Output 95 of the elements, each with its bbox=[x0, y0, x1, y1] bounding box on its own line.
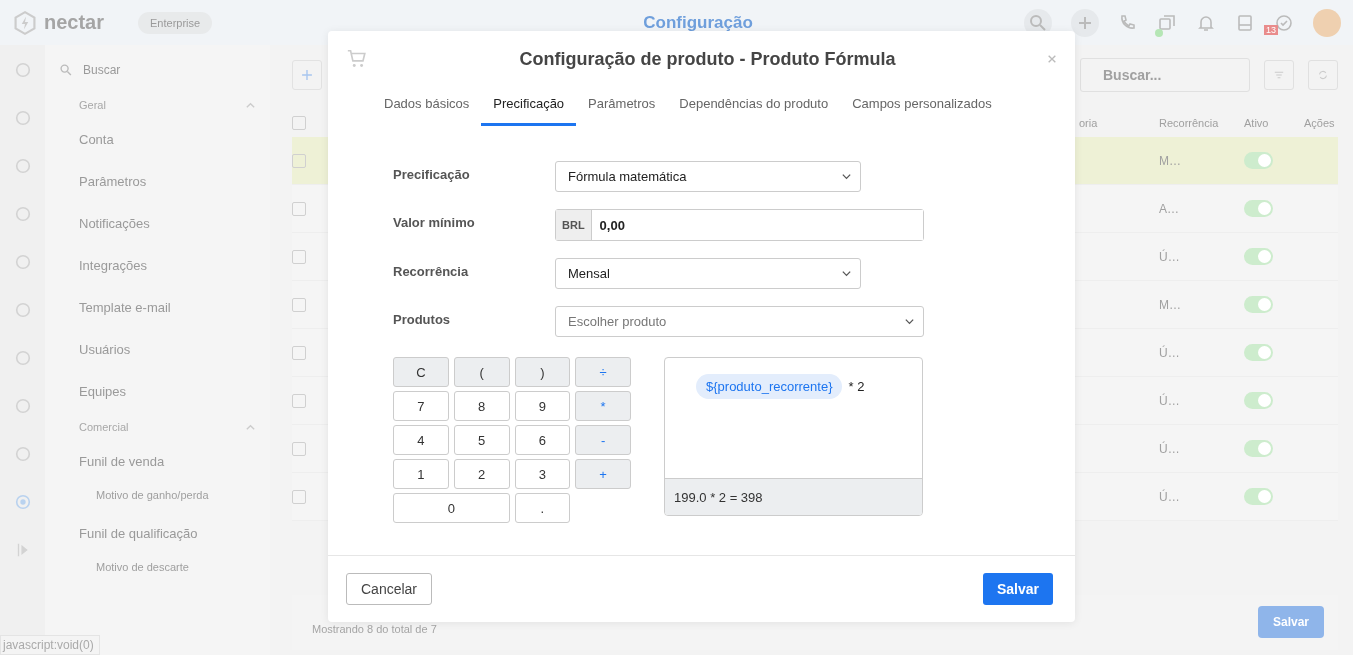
logo-icon bbox=[12, 9, 38, 36]
toggle-switch[interactable] bbox=[1244, 248, 1273, 265]
tab[interactable]: Precificação bbox=[481, 87, 577, 126]
status-url: javascript:void(0) bbox=[0, 635, 100, 655]
formula-editor[interactable]: ${produto_recorrente} * 2 199.0 * 2 = 398 bbox=[664, 357, 923, 516]
plus-icon bbox=[300, 68, 314, 82]
calculator-key[interactable]: - bbox=[575, 425, 631, 455]
table-cell-text: Ú… bbox=[1159, 393, 1181, 408]
calculator-key[interactable]: * bbox=[575, 391, 631, 421]
search-input[interactable]: Buscar bbox=[81, 62, 235, 78]
calculator-key[interactable]: C bbox=[393, 357, 449, 387]
calculator-key[interactable]: 0 bbox=[393, 493, 510, 523]
cancel-button[interactable]: Cancelar bbox=[346, 573, 433, 605]
table-cell-text: Ú… bbox=[1159, 249, 1181, 264]
close-icon[interactable] bbox=[1047, 54, 1057, 64]
calculator-key[interactable]: 7 bbox=[393, 391, 449, 421]
chevron-down-icon bbox=[841, 171, 852, 182]
field-label: Valor mínimo bbox=[393, 214, 476, 230]
checkbox[interactable] bbox=[292, 489, 306, 504]
checkbox[interactable] bbox=[292, 441, 306, 456]
table-cell-text: M… bbox=[1159, 153, 1182, 168]
dialog-title: Configuração de produto - Produto Fórmula bbox=[518, 48, 897, 70]
calculator-key[interactable]: 3 bbox=[514, 459, 571, 489]
column-header: Ativo bbox=[1244, 117, 1270, 129]
calculator-key[interactable]: ÷ bbox=[575, 357, 631, 387]
calculator-key[interactable]: 5 bbox=[453, 425, 510, 455]
tab[interactable]: Dados básicos bbox=[372, 87, 482, 126]
toggle-switch[interactable] bbox=[1244, 296, 1273, 313]
calculator-key[interactable]: 8 bbox=[453, 391, 510, 421]
table-cell-text: Ú… bbox=[1159, 441, 1181, 456]
chat-icon[interactable] bbox=[1157, 12, 1177, 33]
calculator-key[interactable]: 6 bbox=[514, 425, 571, 455]
refresh-icon bbox=[1316, 68, 1330, 82]
calculator-key[interactable]: 9 bbox=[514, 391, 571, 421]
tab[interactable]: Campos personalizados bbox=[840, 87, 1004, 126]
add-button[interactable] bbox=[292, 60, 322, 90]
logo-text: nectar bbox=[44, 11, 105, 34]
chevron-down-icon bbox=[904, 316, 915, 327]
filter-button[interactable] bbox=[1264, 60, 1294, 90]
toggle-switch[interactable] bbox=[1244, 152, 1273, 169]
table-search-field[interactable]: Buscar... bbox=[1080, 58, 1250, 92]
calculator-key[interactable]: ( bbox=[453, 357, 510, 387]
chevron-down-icon bbox=[841, 268, 852, 279]
page-title: Configuração bbox=[642, 12, 754, 33]
add-button[interactable] bbox=[1071, 8, 1099, 37]
calculator-key[interactable]: 2 bbox=[453, 459, 510, 489]
field-label: Precificação bbox=[393, 166, 471, 182]
field-label: Produtos bbox=[393, 311, 452, 327]
checkbox[interactable] bbox=[292, 116, 306, 130]
calculator-key[interactable]: + bbox=[575, 459, 631, 489]
column-header: oria bbox=[1078, 117, 1099, 129]
dropdown[interactable]: Escolher produto bbox=[555, 306, 924, 337]
formula-text: * 2 bbox=[848, 378, 865, 394]
sidebar-search-field[interactable]: Buscar bbox=[59, 55, 270, 85]
toggle-switch[interactable] bbox=[1244, 344, 1273, 361]
calculator-key[interactable]: 1 bbox=[393, 459, 449, 489]
checkbox[interactable] bbox=[292, 297, 306, 312]
toggle-switch[interactable] bbox=[1244, 200, 1273, 217]
tab[interactable]: Dependências do produto bbox=[667, 87, 841, 126]
checkbox[interactable] bbox=[292, 393, 306, 408]
column-header: Recorrência bbox=[1159, 117, 1220, 129]
online-dot bbox=[1155, 28, 1163, 37]
currency-field[interactable]: BRL 0,00 bbox=[555, 209, 924, 241]
checkbox[interactable] bbox=[292, 249, 306, 264]
inbox-icon[interactable] bbox=[1235, 12, 1255, 33]
table-cell-text: M… bbox=[1159, 297, 1182, 312]
notification-badge: 13 bbox=[1264, 24, 1278, 35]
tab[interactable]: Parâmetros bbox=[576, 87, 668, 126]
pagination-text: Mostrando 8 do total de 7 bbox=[312, 623, 437, 635]
table-cell-text: Ú… bbox=[1159, 345, 1181, 360]
formula-result: 199.0 * 2 = 398 bbox=[665, 478, 922, 515]
checkbox[interactable] bbox=[292, 201, 306, 216]
calculator-key[interactable]: 4 bbox=[393, 425, 449, 455]
column-header: Ações bbox=[1304, 117, 1336, 129]
avatar[interactable] bbox=[1313, 8, 1341, 37]
dropdown[interactable]: Fórmula matemática bbox=[555, 161, 861, 192]
calculator-key[interactable]: ) bbox=[514, 357, 571, 387]
table-cell-text: A… bbox=[1159, 201, 1180, 216]
checkbox[interactable] bbox=[292, 153, 306, 168]
variable-chip: ${produto_recorrente} bbox=[696, 374, 843, 399]
table-cell-text: Ú… bbox=[1159, 489, 1181, 504]
toggle-switch[interactable] bbox=[1244, 392, 1273, 409]
search-icon bbox=[59, 63, 73, 77]
refresh-button[interactable] bbox=[1308, 60, 1338, 90]
dropdown[interactable]: Mensal bbox=[555, 258, 861, 289]
calculator-key[interactable]: . bbox=[514, 493, 571, 523]
cart-icon bbox=[346, 48, 368, 70]
save-button[interactable]: Salvar bbox=[982, 573, 1053, 605]
field-label: Recorrência bbox=[393, 263, 470, 279]
checkbox[interactable] bbox=[292, 345, 306, 360]
currency-prefix: BRL bbox=[556, 210, 592, 240]
toggle-switch[interactable] bbox=[1244, 488, 1273, 505]
search-icon bbox=[1028, 12, 1048, 33]
plan-badge: Enterprise bbox=[138, 11, 213, 34]
toggle-switch[interactable] bbox=[1244, 440, 1273, 457]
